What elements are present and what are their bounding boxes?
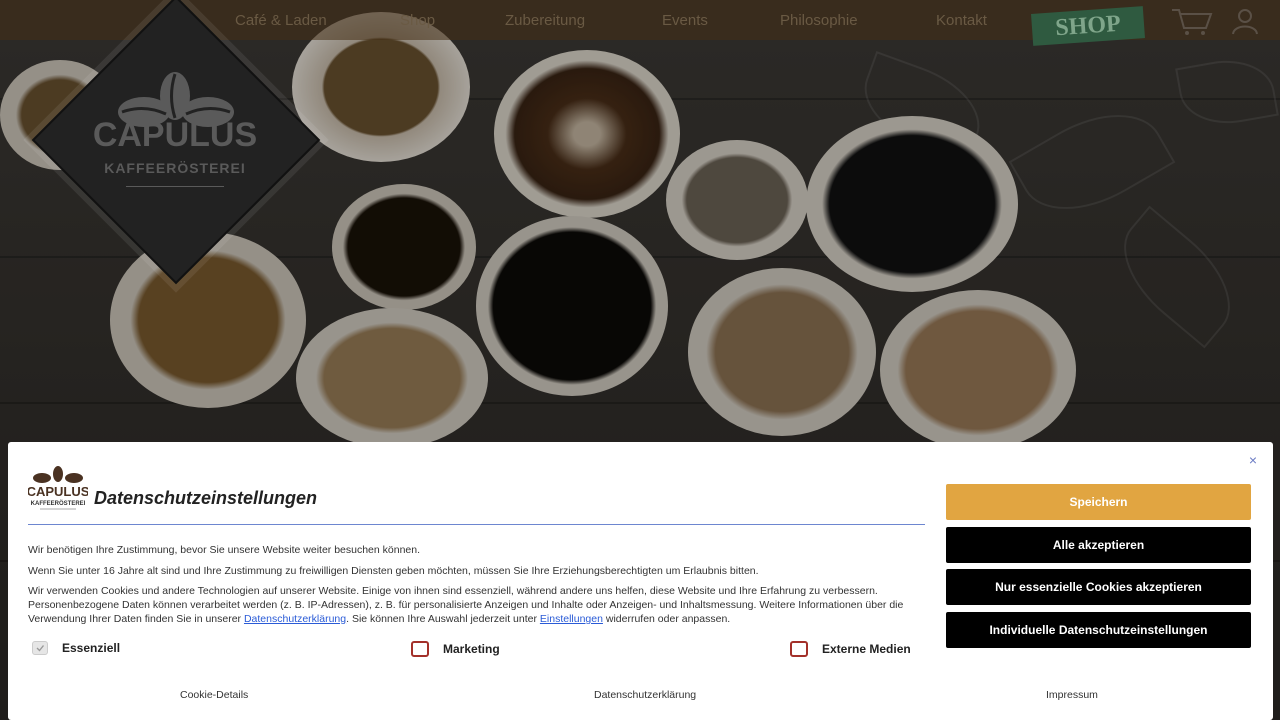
footer-privacy-link[interactable]: Datenschutzerklärung — [594, 689, 696, 701]
nav-item-kontakt[interactable]: Kontakt — [936, 12, 987, 29]
accept-essential-button[interactable]: Nur essenzielle Cookies akzeptieren — [946, 569, 1251, 605]
small-logo-name: CAPULUS — [28, 484, 88, 499]
close-icon[interactable]: × — [1249, 452, 1257, 468]
nav-item-shop[interactable]: Shop — [400, 12, 435, 29]
save-button[interactable]: Speichern — [946, 484, 1251, 520]
checkbox-externe-medien-box[interactable] — [790, 641, 808, 657]
privacy-consent-dialog: × CAPULUS KAFFEERÖSTEREI Datenschutzeins… — [8, 442, 1273, 720]
individual-settings-button[interactable]: Individuelle Datenschutzeinstellungen — [946, 612, 1251, 648]
check-icon — [36, 645, 45, 652]
logo-subtitle: KAFFEERÖSTEREI — [104, 160, 246, 176]
checkbox-marketing-label: Marketing — [443, 642, 500, 656]
logo-name: CAPULUS — [92, 116, 258, 154]
checkbox-essenziell[interactable]: Essenziell — [32, 641, 120, 655]
settings-link[interactable]: Einstellungen — [540, 613, 603, 625]
consent-text-1: Wir benötigen Ihre Zustimmung, bevor Sie… — [28, 544, 421, 556]
logo-rule — [126, 186, 224, 187]
title-divider — [28, 524, 925, 525]
checkbox-essenziell-box[interactable] — [32, 641, 48, 655]
dialog-title: Datenschutzeinstellungen — [94, 488, 318, 508]
checkbox-marketing[interactable]: Marketing — [411, 641, 500, 657]
consent-text-2: Wenn Sie unter 16 Jahre alt sind und Ihr… — [28, 565, 759, 577]
nav-item-zubereitung[interactable]: Zubereitung — [505, 12, 585, 29]
user-icon[interactable] — [1230, 6, 1260, 36]
nav-item-events[interactable]: Events — [662, 12, 708, 29]
cookie-details-link[interactable]: Cookie-Details — [180, 689, 248, 701]
checkbox-essenziell-label: Essenziell — [62, 641, 121, 655]
cart-icon[interactable] — [1170, 6, 1214, 36]
nav-item-philosophie[interactable]: Philosophie — [780, 12, 858, 29]
capulus-small-logo: CAPULUS KAFFEERÖSTEREI — [28, 466, 88, 510]
checkbox-externe-medien[interactable]: Externe Medien — [790, 641, 911, 657]
checkbox-externe-medien-label: Externe Medien — [822, 642, 911, 656]
imprint-link[interactable]: Impressum — [1046, 689, 1098, 701]
consent-text-3: Wir verwenden Cookies und andere Technol… — [28, 585, 904, 625]
accept-all-button[interactable]: Alle akzeptieren — [946, 527, 1251, 563]
brand-logo[interactable]: CAPULUS KAFFEERÖSTEREI — [31, 0, 321, 285]
small-logo-subtitle: KAFFEERÖSTEREI — [31, 500, 86, 507]
privacy-policy-link[interactable]: Datenschutzerklärung — [244, 613, 346, 625]
checkbox-marketing-box[interactable] — [411, 641, 429, 657]
